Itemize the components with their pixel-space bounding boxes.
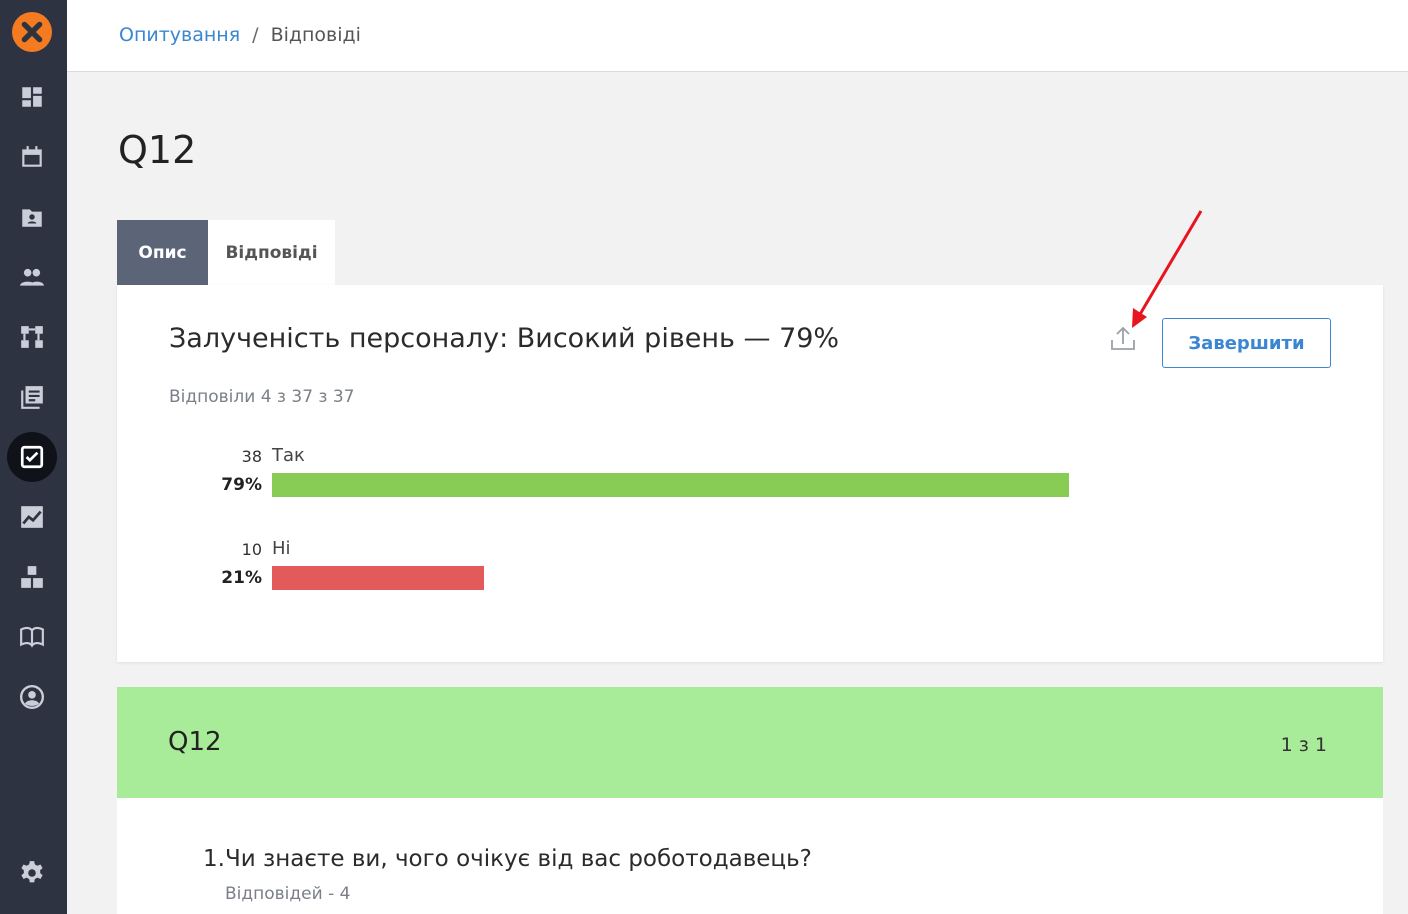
top-bar: Опитування / Відповіді bbox=[67, 0, 1408, 72]
results-card: Залученість персоналу: Високий рівень — … bbox=[117, 285, 1383, 662]
banner-pager: 1 з 1 bbox=[1280, 734, 1327, 756]
sidebar-item-knowledge[interactable] bbox=[12, 617, 52, 657]
profile-icon bbox=[19, 684, 45, 710]
question-card: 1.Чи знаєте ви, чого очікує від вас робо… bbox=[117, 798, 1383, 914]
sidebar-item-profile[interactable] bbox=[12, 677, 52, 717]
app-logo[interactable] bbox=[12, 12, 52, 52]
result-percent: 79% bbox=[221, 475, 262, 495]
result-label: Так bbox=[272, 445, 305, 466]
page-title: Q12 bbox=[118, 128, 197, 172]
sidebar-item-people[interactable] bbox=[12, 257, 52, 297]
result-percent: 21% bbox=[221, 568, 262, 588]
sidebar-item-workflow[interactable] bbox=[12, 317, 52, 357]
sidebar-item-contacts[interactable] bbox=[12, 197, 52, 237]
surveys-icon bbox=[20, 445, 44, 469]
breadcrumb: Опитування / Відповіді bbox=[119, 24, 361, 46]
sidebar-item-surveys[interactable] bbox=[7, 432, 57, 482]
logo-x-icon bbox=[21, 21, 43, 43]
modules-icon bbox=[21, 566, 43, 588]
question-banner: Q12 1 з 1 bbox=[117, 687, 1383, 798]
answered-count: Відповіли 4 з 37 з 37 bbox=[169, 387, 355, 407]
banner-title: Q12 bbox=[168, 727, 222, 757]
result-count: 38 bbox=[241, 447, 262, 466]
result-label: Ні bbox=[272, 538, 291, 559]
people-icon bbox=[20, 268, 44, 286]
sidebar-item-analytics[interactable] bbox=[12, 497, 52, 537]
analytics-icon bbox=[21, 506, 43, 528]
contacts-icon bbox=[22, 209, 42, 227]
library-icon bbox=[21, 386, 43, 409]
results-title: Залученість персоналу: Високий рівень — … bbox=[169, 323, 840, 354]
tab-answers[interactable]: Відповіді bbox=[208, 220, 335, 285]
workflow-icon bbox=[21, 326, 43, 348]
breadcrumb-separator: / bbox=[252, 24, 259, 46]
question-answer-count: Відповідей - 4 bbox=[225, 884, 351, 904]
export-button[interactable] bbox=[1105, 321, 1141, 357]
sidebar-item-library[interactable] bbox=[12, 377, 52, 417]
settings-icon bbox=[21, 861, 43, 883]
sidebar-item-calendar[interactable] bbox=[12, 137, 52, 177]
sidebar-item-settings[interactable] bbox=[12, 853, 52, 893]
finish-button[interactable]: Завершити bbox=[1162, 318, 1331, 368]
breadcrumb-link-surveys[interactable]: Опитування bbox=[119, 24, 240, 46]
upload-icon bbox=[1111, 326, 1135, 350]
sidebar-item-dashboard[interactable] bbox=[12, 77, 52, 117]
calendar-icon bbox=[22, 146, 42, 167]
result-bar bbox=[272, 473, 1069, 497]
sidebar bbox=[0, 0, 67, 914]
result-count: 10 bbox=[241, 540, 262, 559]
question-text: 1.Чи знаєте ви, чого очікує від вас робо… bbox=[203, 846, 812, 872]
breadcrumb-current: Відповіді bbox=[270, 24, 361, 46]
sidebar-item-modules[interactable] bbox=[12, 557, 52, 597]
tab-description[interactable]: Опис bbox=[117, 220, 208, 285]
result-bar bbox=[272, 566, 484, 590]
knowledge-book-icon bbox=[20, 626, 44, 648]
dashboard-icon bbox=[22, 87, 42, 107]
